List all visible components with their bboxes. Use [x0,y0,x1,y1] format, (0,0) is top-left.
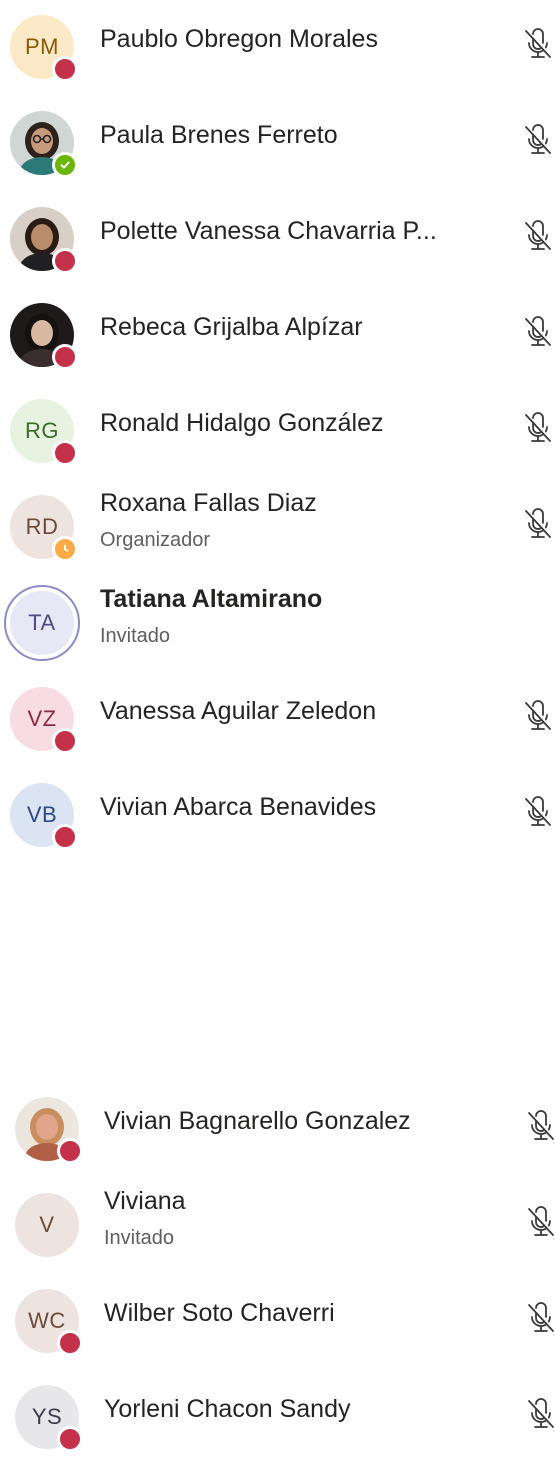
participant-row[interactable]: YS Yorleni Chacon Sandy [0,1370,555,1466]
participant-list-top: PM Paublo Obregon Morales Paula Brenes Fer… [0,0,555,864]
mic-off-icon [520,506,555,542]
avatar[interactable]: YS [15,1385,83,1452]
participant-row[interactable]: VB Vivian Abarca Benavides [0,768,555,864]
participant-row[interactable]: PM Paublo Obregon Morales [0,0,555,96]
participant-name: Roxana Fallas Diaz [100,489,317,517]
participant-name: Wilber Soto Chaverri [104,1299,335,1327]
participant-row[interactable]: V Viviana Invitado [0,1178,555,1274]
participant-list-bottom: Vivian Bagnarello Gonzalez V Viviana Invita… [0,1082,555,1466]
avatar[interactable] [10,111,78,178]
avatar-initials: V [39,1212,55,1237]
participant-name: Yorleni Chacon Sandy [104,1395,351,1423]
avatar[interactable]: WC [15,1289,83,1356]
avatar[interactable]: PM [10,15,78,82]
mic-off-icon [523,1108,555,1144]
clock-icon [52,536,78,562]
avatar[interactable] [10,303,78,370]
check-circle-icon [52,152,78,178]
participant-row[interactable]: RD Roxana Fallas Diaz Organizador [0,480,555,576]
busy-dot-icon [52,56,78,82]
busy-dot-icon [57,1330,83,1356]
avatar-initials: VB [26,802,58,827]
busy-dot-icon [52,728,78,754]
avatar[interactable]: V [15,1193,79,1257]
busy-dot-icon [52,824,78,850]
busy-dot-icon [52,344,78,370]
mic-off-icon [523,1396,555,1432]
participant-row[interactable]: RG Ronald Hidalgo González [0,384,555,480]
participant-name: Tatiana Altamirano [100,585,323,613]
participant-name: Polette Vanessa Chavarria P... [100,217,437,245]
participant-row[interactable]: Vivian Bagnarello Gonzalez [0,1082,555,1178]
avatar-initials: WC [28,1308,66,1333]
avatar[interactable]: VZ [10,687,78,754]
mic-off-icon [520,410,555,446]
mic-off-icon [523,1300,555,1336]
participant-row[interactable]: TA Tatiana Altamirano Invitado [0,576,555,672]
participant-name: Vivian Bagnarello Gonzalez [104,1107,411,1135]
busy-dot-icon [57,1426,83,1452]
avatar[interactable] [15,1097,83,1164]
participant-row[interactable]: VZ Vanessa Aguilar Zeledon [0,672,555,768]
participant-row[interactable]: Rebeca Grijalba Alpízar [0,288,555,384]
participant-name: Viviana [104,1187,186,1215]
busy-dot-icon [57,1138,83,1164]
mic-off-icon [520,218,555,254]
avatar-initials: RG [25,418,59,443]
mic-off-icon [520,794,555,830]
participant-role: Invitado [100,625,171,647]
avatar-initials: YS [31,1404,63,1429]
participant-name: Rebeca Grijalba Alpízar [100,313,363,341]
mic-off-icon [520,314,555,350]
avatar[interactable]: RG [10,399,78,466]
participant-name: Ronald Hidalgo González [100,409,384,437]
mic-off-icon [523,1204,555,1240]
participant-name: Vivian Abarca Benavides [100,793,377,821]
participant-role: Invitado [104,1227,175,1249]
avatar[interactable]: RD [10,495,78,562]
participant-row[interactable]: Polette Vanessa Chavarria P... [0,192,555,288]
participant-row[interactable]: WC Wilber Soto Chaverri [0,1274,555,1370]
participant-row[interactable]: Paula Brenes Ferreto [0,96,555,192]
avatar[interactable]: VB [10,783,78,850]
avatar-initials: PM [25,34,59,59]
avatar[interactable]: TA [10,591,74,655]
mic-off-icon [520,26,555,62]
participant-role: Organizador [100,529,211,551]
busy-dot-icon [52,248,78,274]
mic-off-icon [520,698,555,734]
avatar-initials: VZ [27,706,57,731]
participant-name: Vanessa Aguilar Zeledon [100,697,377,725]
busy-dot-icon [52,440,78,466]
avatar-initials: RD [25,514,59,539]
participant-name: Paublo Obregon Morales [100,25,378,53]
mic-off-icon [520,122,555,158]
avatar-initials: TA [28,610,56,635]
participant-name: Paula Brenes Ferreto [100,121,338,149]
avatar[interactable] [10,207,78,274]
